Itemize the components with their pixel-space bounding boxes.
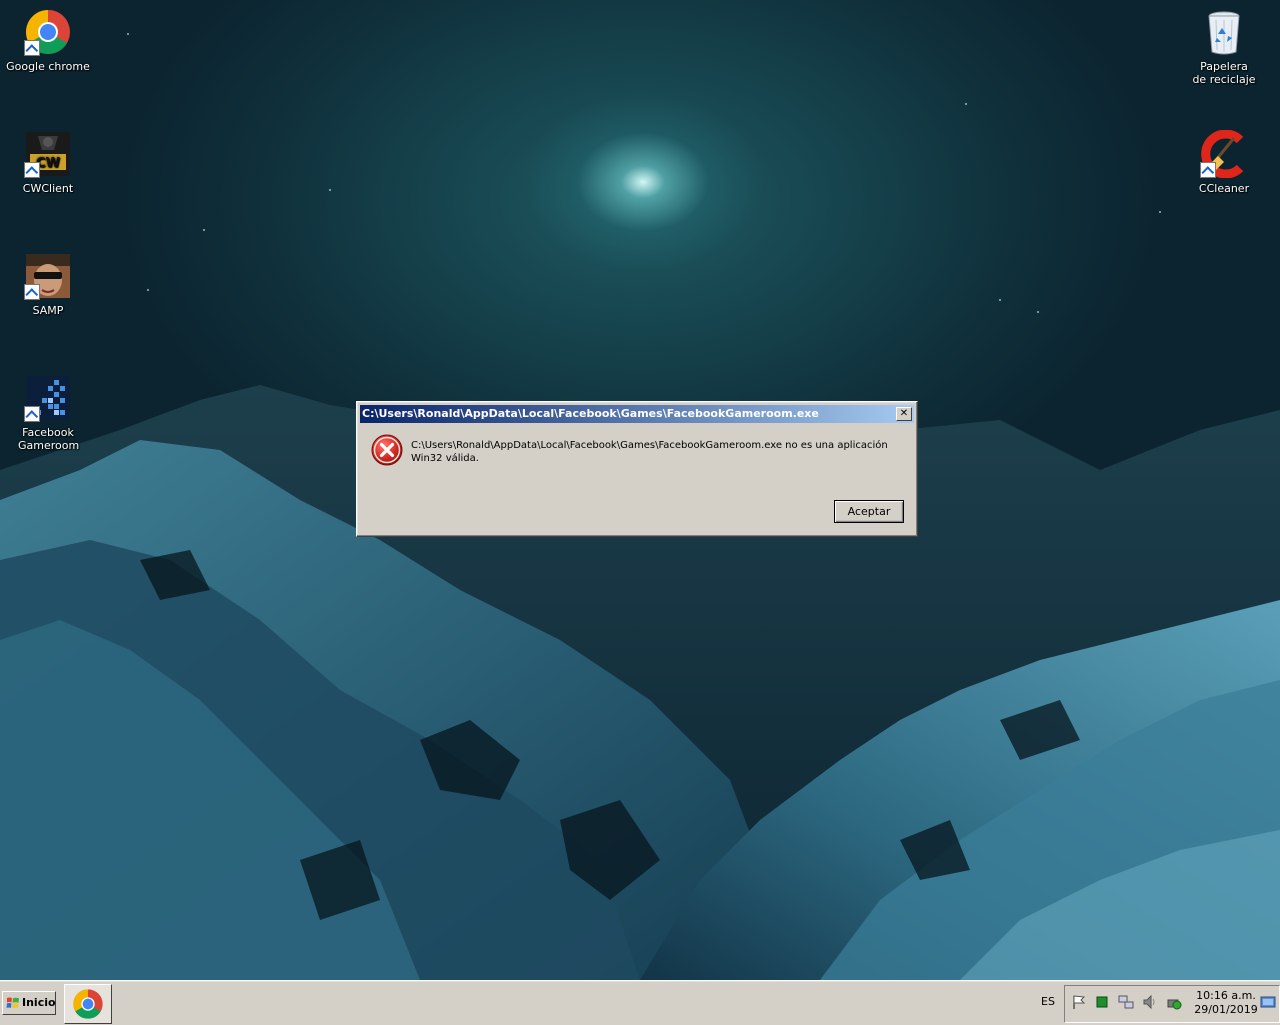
green-square-icon[interactable] <box>1094 994 1110 1010</box>
windows-logo-icon <box>6 997 19 1009</box>
desktop-icon-samp[interactable]: SAMP <box>0 252 96 317</box>
power-icon[interactable] <box>1166 994 1182 1010</box>
chrome-icon <box>24 8 72 56</box>
shortcut-arrow-icon <box>24 40 40 56</box>
error-dialog: C:\Users\Ronald\AppData\Local\Facebook\G… <box>356 401 918 537</box>
desktop-icon-facebook-gameroom[interactable]: Facebook Gameroom <box>0 374 96 452</box>
flag-icon[interactable] <box>1071 994 1087 1010</box>
shortcut-arrow-icon <box>24 406 40 422</box>
show-desktop-icon[interactable] <box>1260 994 1276 1010</box>
clock[interactable]: 10:16 a.m. 29/01/2019 <box>1194 989 1258 1017</box>
start-button[interactable]: Inicio <box>2 991 56 1015</box>
ok-button[interactable]: Aceptar <box>834 500 904 523</box>
clock-time: 10:16 a.m. <box>1196 989 1256 1002</box>
desktop-icon-label: CCleaner <box>1198 182 1250 195</box>
desktop-icon-label: Google chrome <box>6 60 90 73</box>
error-icon <box>371 434 403 466</box>
cwclient-icon: CW <box>24 130 72 178</box>
desktop-icon-recycle-bin[interactable]: Papelera de reciclaje <box>1176 8 1272 86</box>
dialog-title: C:\Users\Ronald\AppData\Local\Facebook\G… <box>362 407 819 420</box>
network-icon[interactable] <box>1118 994 1134 1010</box>
desktop-icon-label: CWClient <box>22 182 74 195</box>
desktop-icon-label: Facebook Gameroom <box>18 426 80 452</box>
close-button[interactable]: ✕ <box>896 407 912 421</box>
clock-date: 29/01/2019 <box>1194 1003 1258 1016</box>
taskbar-chrome-button[interactable] <box>64 984 112 1024</box>
desktop-icon-cwclient[interactable]: CW CWClient <box>0 130 96 195</box>
close-icon: ✕ <box>899 408 909 419</box>
chrome-icon <box>73 989 103 1019</box>
taskbar: Inicio ES 10:16 a.m. 29/01/2019 <box>0 980 1280 1025</box>
desktop-icon-label: Papelera de reciclaje <box>1192 60 1256 86</box>
start-label: Inicio <box>22 996 56 1009</box>
facebook-gameroom-icon <box>24 374 72 422</box>
desktop-icon-label: SAMP <box>32 304 64 317</box>
shortcut-arrow-icon <box>1200 162 1216 178</box>
samp-icon <box>24 252 72 300</box>
desktop-icon-ccleaner[interactable]: CCleaner <box>1176 129 1272 195</box>
recycle-bin-icon <box>1200 8 1248 56</box>
volume-icon[interactable] <box>1142 994 1158 1010</box>
shortcut-arrow-icon <box>24 284 40 300</box>
ccleaner-icon <box>1200 129 1248 179</box>
dialog-message: C:\Users\Ronald\AppData\Local\Facebook\G… <box>411 440 888 464</box>
desktop-icon-google-chrome[interactable]: Google chrome <box>0 8 96 73</box>
language-indicator[interactable]: ES <box>1041 995 1055 1008</box>
shortcut-arrow-icon <box>24 162 40 178</box>
dialog-titlebar[interactable]: C:\Users\Ronald\AppData\Local\Facebook\G… <box>360 405 914 423</box>
